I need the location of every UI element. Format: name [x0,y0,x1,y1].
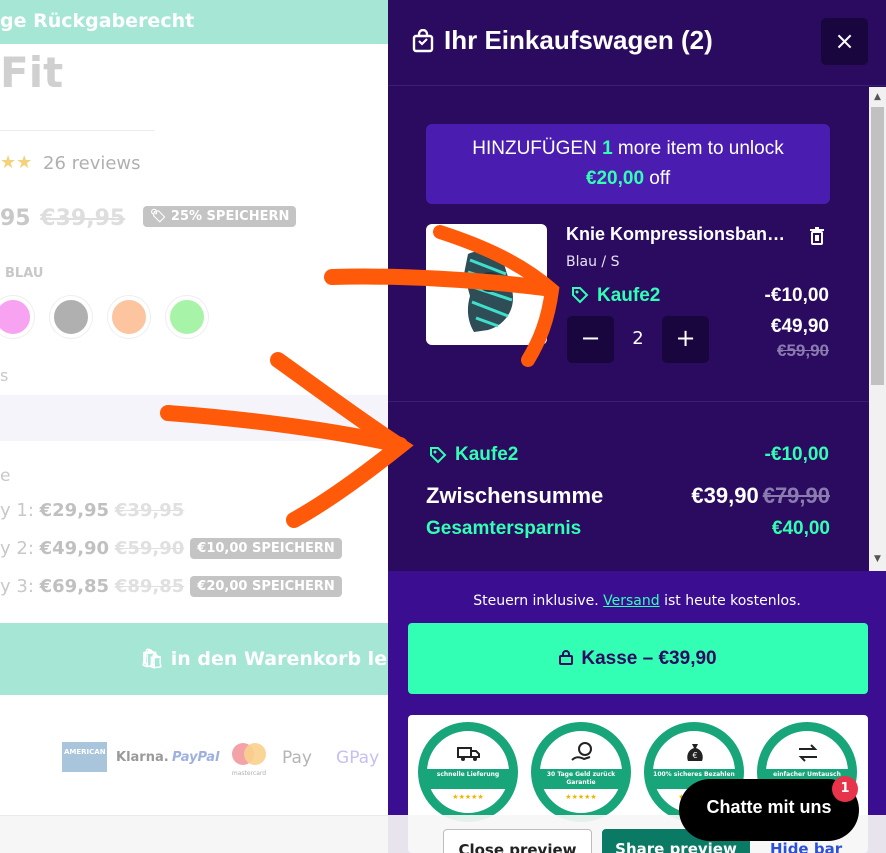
quantity-value[interactable]: 2 [614,328,662,349]
shipping-link[interactable]: Versand [603,593,660,609]
divider [388,401,869,402]
savings-value: €40,00 [771,518,830,539]
size-selector[interactable] [0,395,388,441]
google-pay-logo: GPay [336,748,380,768]
scroll-down-arrow-icon[interactable]: ▼ [869,552,886,566]
price-compare: €39,95 [40,206,126,231]
product-thumbnail[interactable] [426,224,547,345]
close-preview-button[interactable]: Close preview [443,829,592,853]
cart-title: Ihr Einkaufswagen (2) [444,25,713,55]
return-policy-banner: ge Rückgaberecht [0,0,388,44]
add-to-cart-button[interactable]: 🛍 in den Warenkorb leg [0,623,388,695]
reviews-link[interactable]: 26 reviews [43,153,141,174]
product-page-background: ge Rückgaberecht Fit ★★ 26 reviews 95 €3… [0,0,388,853]
drawer-header: Ihr Einkaufswagen (2) × [388,0,886,86]
item-variant: Blau / S [566,254,620,270]
swatch-peach[interactable] [108,296,150,338]
trust-badge-delivery: schnelle Lieferung ★★★★★ [418,722,518,822]
bag-icon: 🛍 [140,648,171,670]
paypal-logo: PayPal [172,750,220,765]
swatch-pink[interactable] [0,296,34,338]
amex-logo: AMERICAN EXPRESS [62,742,143,772]
bundle-tier-3[interactable]: y 3: €69,85 €89,85 €20,00 SPEICHERN [0,576,342,599]
svg-text:€: € [692,751,697,760]
chat-notification-badge: 1 [832,776,858,802]
swatch-grey[interactable] [50,296,92,338]
tag-icon: 🏷 [149,208,171,224]
apple-pay-logo: Pay [282,748,312,768]
cart-discount-code: Kaufe2 [455,444,519,465]
trash-icon[interactable] [808,226,826,246]
size-label: s [0,366,9,385]
unlock-progress-banner: HINZUFÜGEN 1 more item to unlock €20,00 … [426,124,830,204]
price-current: 95 [0,206,31,231]
save-badge: 🏷 25% SPEICHERN [142,205,297,227]
subtotal-value: €39,90 €79,90 [691,483,830,508]
shopping-bag-icon [412,29,434,53]
exchange-icon [798,744,818,762]
mastercard-logo: mastercard [229,742,269,777]
item-price: €49,90 [770,316,829,337]
tag-icon [430,447,447,464]
savings-label: Gesamtersparnis [426,518,582,539]
lock-icon [559,650,574,665]
product-title: Fit [0,48,64,97]
product-price: 95 €39,95 🏷 25% SPEICHERN [0,205,297,231]
klarna-logo: Klarna. [116,750,169,765]
cart-drawer: Ihr Einkaufswagen (2) × HINZUFÜGEN 1 mor… [388,0,886,853]
quantity-decrease-button[interactable]: − [567,316,614,363]
money-hand-icon [571,742,592,761]
divider [0,130,155,131]
item-discount-amount: -€10,00 [764,285,829,306]
subtotal-label: Zwischensumme [426,483,604,508]
bundle-tier-1[interactable]: y 1: €29,95 €39,95 [0,500,184,521]
swatch-green[interactable] [166,296,208,338]
item-discount-code: Kaufe2 [597,285,661,306]
tax-note: Steuern inklusive. Versand ist heute kos… [473,593,801,609]
rating-stars-icon: ★★ [0,152,33,173]
item-name[interactable]: Knie Kompressionsbandage [566,224,794,245]
scroll-up-arrow-icon[interactable]: ▲ [869,90,886,104]
scrollbar-thumb[interactable] [871,107,884,385]
item-old-price: €59,90 [777,341,829,360]
truck-icon [457,747,480,761]
quantity-increase-button[interactable]: + [662,316,709,363]
trust-badge-guarantee: 30 Tage Geld zurück Garantie ★★★★★ [531,722,631,822]
cart-discount-amount: -€10,00 [764,444,829,465]
money-bag-icon: € [687,744,703,761]
bundle-tier-2[interactable]: y 2: €49,90 €59,90 €10,00 SPEICHERN [0,538,342,561]
checkout-button[interactable]: Kasse – €39,90 [408,623,868,694]
color-label: BLAU [5,266,44,281]
close-button[interactable]: × [821,18,868,65]
quantity-label: e [0,466,11,486]
tag-icon [572,287,589,304]
